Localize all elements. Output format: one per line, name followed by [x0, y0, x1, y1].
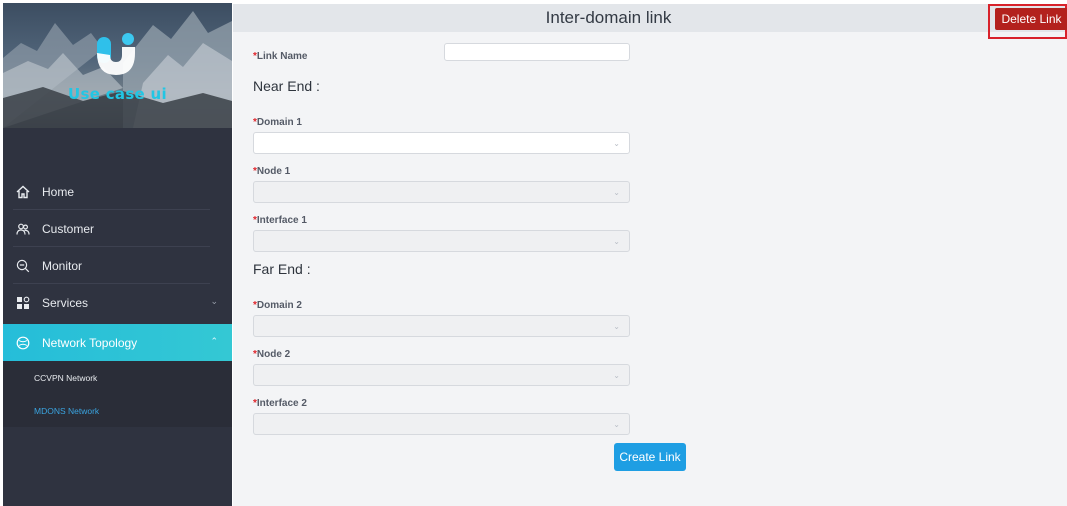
delete-link-button[interactable]: Delete Link [995, 8, 1067, 30]
domain-1-label: *Domain 1 [253, 117, 302, 128]
page-title: Inter-domain link [545, 8, 672, 27]
interface-2-select[interactable]: ⌄ [253, 413, 630, 435]
sidebar-item-label: Customer [42, 221, 95, 236]
sidebar-item-label: Home [42, 184, 75, 199]
domain-1-select[interactable]: ⌄ [253, 132, 630, 154]
sidebar-item-network-topology[interactable]: Network Topology ⌃ [3, 324, 232, 361]
sidebar-subitem-mdons-network[interactable]: MDONS Network [3, 394, 232, 427]
app-name: Use case ui [68, 85, 167, 103]
sidebar-item-customer[interactable]: Customer [3, 210, 232, 247]
interface-2-label: *Interface 2 [253, 398, 307, 409]
chevron-down-icon: ⌄ [613, 188, 620, 197]
sidebar-item-home[interactable]: Home [3, 173, 232, 210]
sidebar-banner: Use case ui [3, 3, 232, 128]
sidebar-item-label: Network Topology [42, 335, 138, 350]
chevron-down-icon: ⌄ [210, 296, 218, 306]
create-link-button[interactable]: Create Link [614, 443, 686, 471]
domain-2-label: *Domain 2 [253, 300, 302, 311]
far-end-heading: Far End : [253, 261, 311, 277]
domain-2-select[interactable]: ⌄ [253, 315, 630, 337]
app-root: Use case ui Home Customer Monitor Servic… [0, 0, 1067, 506]
node-1-label: *Node 1 [253, 166, 291, 177]
home-icon [15, 184, 31, 200]
chevron-down-icon: ⌄ [613, 322, 620, 331]
sidebar-menu: Home Customer Monitor Services ⌄ Network… [3, 173, 232, 427]
chevron-down-icon: ⌄ [613, 420, 620, 429]
chevron-up-icon: ⌃ [210, 336, 218, 346]
chevron-down-icon: ⌄ [613, 237, 620, 246]
chevron-down-icon: ⌄ [613, 371, 620, 380]
sidebar-item-label: Monitor [42, 258, 83, 273]
customer-icon [15, 221, 31, 237]
network-topology-submenu: CCVPN Network MDONS Network [3, 361, 232, 427]
network-topology-icon [15, 335, 31, 351]
sidebar-item-services[interactable]: Services ⌄ [3, 284, 232, 321]
chevron-down-icon: ⌄ [613, 139, 620, 148]
sidebar-item-label: Services [42, 295, 89, 310]
link-name-input[interactable] [444, 43, 630, 61]
page-header: Inter-domain link [233, 4, 984, 32]
sidebar: Use case ui Home Customer Monitor Servic… [3, 3, 232, 506]
interface-1-select[interactable]: ⌄ [253, 230, 630, 252]
monitor-icon [15, 258, 31, 274]
app-logo-icon [97, 33, 135, 75]
near-end-heading: Near End : [253, 78, 320, 94]
interface-1-label: *Interface 1 [253, 215, 307, 226]
node-2-label: *Node 2 [253, 349, 291, 360]
link-name-label: *Link Name [253, 51, 308, 62]
sidebar-item-monitor[interactable]: Monitor [3, 247, 232, 284]
node-2-select[interactable]: ⌄ [253, 364, 630, 386]
sidebar-subitem-ccvpn-network[interactable]: CCVPN Network [3, 361, 232, 394]
services-icon [15, 295, 31, 311]
node-1-select[interactable]: ⌄ [253, 181, 630, 203]
